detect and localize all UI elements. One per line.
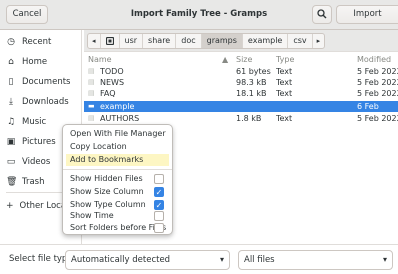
- sidebar-item-documents[interactable]: ▯ Documents: [0, 72, 82, 92]
- file-name: TODO: [100, 67, 124, 76]
- path-scroll-right-button[interactable]: ▸: [313, 34, 325, 48]
- header-bar: Cancel Import Family Tree - Gramps Impor…: [0, 0, 398, 30]
- file-name: example: [100, 102, 135, 111]
- documents-icon: ▯: [8, 77, 14, 87]
- plus-icon: +: [6, 201, 14, 211]
- file-size: 1.8 kB: [236, 114, 262, 123]
- show-size-column-checkbox[interactable]: ✓: [154, 187, 164, 197]
- sidebar-item-downloads[interactable]: ⤓ Downloads: [0, 92, 82, 112]
- text-file-icon: ▤: [88, 78, 95, 86]
- file-type: Text: [276, 114, 293, 123]
- file-type: Text: [276, 78, 293, 87]
- file-type: Text: [276, 89, 293, 98]
- file-type: Text: [276, 67, 293, 76]
- file-row-example[interactable]: ▬ example 6 Feb: [84, 101, 398, 112]
- file-size: 18.1 kB: [236, 89, 267, 98]
- path-segment-share[interactable]: share: [143, 34, 177, 48]
- file-row-faq[interactable]: ▤ FAQ 18.1 kB Text 5 Feb 2022: [84, 88, 398, 99]
- sidebar-item-label: Home: [22, 57, 48, 67]
- sidebar-item-label: Recent: [22, 37, 52, 47]
- import-button[interactable]: Import: [336, 5, 398, 24]
- folder-icon: ▬: [88, 102, 95, 110]
- sidebar-item-home[interactable]: ⌂ Home: [0, 52, 82, 72]
- show-hidden-files-checkbox[interactable]: [154, 174, 164, 184]
- file-name: AUTHORS: [100, 114, 140, 123]
- menu-divider: [63, 169, 172, 170]
- path-segments: ◂ usr share doc gramps example csv ▸: [87, 33, 326, 49]
- path-segment-doc[interactable]: doc: [176, 34, 202, 48]
- home-icon: ⌂: [8, 57, 14, 67]
- file-filter-dropdown[interactable]: All files ▾: [238, 250, 393, 270]
- file-row-todo[interactable]: ▤ TODO 61 bytes Text 5 Feb 2022: [84, 66, 398, 77]
- text-file-icon: ▤: [88, 114, 95, 122]
- file-row-news[interactable]: ▤ NEWS 98.3 kB Text 5 Feb 2022: [84, 77, 398, 88]
- sidebar-item-label: Pictures: [22, 137, 56, 147]
- file-name: NEWS: [100, 78, 125, 87]
- sidebar-item-label: Music: [22, 117, 47, 127]
- show-time-checkbox[interactable]: [154, 211, 164, 221]
- drive-icon: [105, 36, 114, 46]
- file-type-value: Automatically detected: [71, 255, 171, 265]
- videos-icon: ▭: [6, 157, 16, 167]
- sidebar-item-label: Trash: [22, 177, 45, 187]
- show-type-column-checkbox[interactable]: ✓: [154, 200, 164, 210]
- path-scroll-left-button[interactable]: ◂: [88, 34, 101, 48]
- path-bar: ◂ usr share doc gramps example csv ▸: [84, 30, 398, 52]
- menu-item-open-with-file-manager[interactable]: Open With File Manager: [66, 128, 169, 140]
- music-icon: ♫: [6, 117, 16, 127]
- recent-icon: ◷: [7, 37, 15, 47]
- pictures-icon: ▣: [6, 137, 16, 147]
- dropdown-arrow-icon: ▾: [219, 255, 224, 264]
- text-file-icon: ▤: [88, 89, 95, 97]
- context-menu: Open With File Manager Copy Location Add…: [62, 124, 173, 235]
- file-modified: 5 Feb 2022: [357, 78, 398, 87]
- file-modified: 5 Feb 2022: [357, 114, 398, 123]
- file-name: FAQ: [100, 89, 116, 98]
- chevron-right-icon: ▸: [316, 37, 321, 45]
- search-button[interactable]: [312, 5, 332, 24]
- menu-item-copy-location[interactable]: Copy Location: [66, 141, 169, 153]
- sidebar-item-label: Downloads: [22, 97, 69, 107]
- column-header-name[interactable]: Name: [88, 53, 112, 66]
- file-modified: 5 Feb 2022: [357, 67, 398, 76]
- dropdown-arrow-icon: ▾: [382, 255, 387, 264]
- downloads-icon: ⤓: [9, 97, 13, 107]
- sort-folders-before-files-checkbox[interactable]: [154, 223, 164, 233]
- sidebar-item-label: Documents: [22, 77, 71, 87]
- trash-icon: 🗑: [6, 177, 18, 187]
- sort-ascending-icon: ▲: [222, 55, 229, 64]
- footer-bar: Select file type: Automatically detected…: [0, 244, 398, 274]
- checkmark-icon: ✓: [155, 201, 163, 210]
- column-header-type[interactable]: Type: [276, 53, 294, 66]
- path-segment-usr[interactable]: usr: [120, 34, 144, 48]
- path-segment-example[interactable]: example: [243, 34, 289, 48]
- file-size: 61 bytes: [236, 67, 271, 76]
- search-icon: [317, 9, 327, 19]
- column-header-size[interactable]: Size: [236, 53, 252, 66]
- file-row-authors[interactable]: ▤ AUTHORS 1.8 kB Text 5 Feb 2022: [84, 113, 398, 124]
- path-segment-csv[interactable]: csv: [288, 34, 313, 48]
- checkmark-icon: ✓: [155, 188, 163, 197]
- file-type-dropdown[interactable]: Automatically detected ▾: [65, 250, 230, 270]
- file-modified: 5 Feb 2022: [357, 89, 398, 98]
- sidebar-item-recent[interactable]: ◷ Recent: [0, 32, 82, 52]
- file-modified: 6 Feb: [357, 102, 379, 111]
- chevron-left-icon: ◂: [92, 37, 96, 45]
- path-root-button[interactable]: [101, 34, 120, 48]
- text-file-icon: ▤: [88, 67, 95, 75]
- sidebar-item-label: Videos: [22, 157, 51, 167]
- path-segment-gramps[interactable]: gramps: [201, 34, 243, 48]
- column-header-modified[interactable]: Modified: [357, 53, 391, 66]
- file-filter-value: All files: [244, 255, 275, 265]
- file-size: 98.3 kB: [236, 78, 267, 87]
- menu-item-add-to-bookmarks[interactable]: Add to Bookmarks: [66, 154, 169, 166]
